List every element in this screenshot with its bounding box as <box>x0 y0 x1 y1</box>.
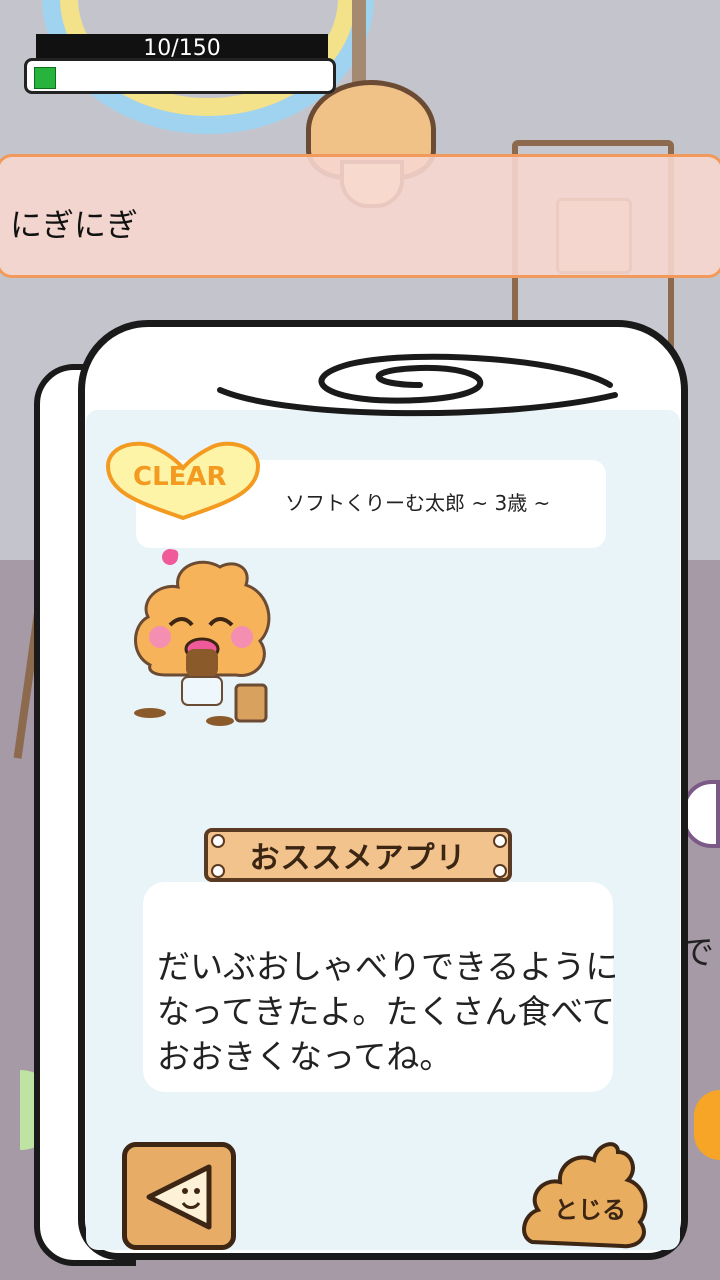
hp-bar <box>24 58 336 94</box>
lamp-cord <box>352 0 366 90</box>
back-button[interactable] <box>122 1142 236 1250</box>
character-name: ソフトくりーむ太郎 ~ 3歳 ~ <box>285 491 551 515</box>
nail-icon <box>211 834 225 848</box>
hp-bar-fill <box>34 67 56 89</box>
poop-character-icon <box>134 549 271 726</box>
message-line: おおきくなってね。 <box>157 1037 453 1076</box>
action-banner-text: にぎにぎ <box>10 206 139 244</box>
message-line: だいぶおしゃべりできるように <box>157 947 619 986</box>
clear-badge-label: CLEAR <box>133 462 227 492</box>
close-button-label[interactable]: とじる <box>554 1190 626 1225</box>
recommended-apps-label: おススメアプリ <box>249 841 467 876</box>
recommended-apps-button[interactable]: おススメアプリ <box>204 828 512 882</box>
triangle-face-icon <box>146 1164 212 1230</box>
message-line: なってきたよ。たくさん食べて <box>157 992 616 1031</box>
nail-icon <box>493 864 507 878</box>
nail-icon <box>211 864 225 878</box>
roll-swirl-icon <box>217 353 618 417</box>
nail-icon <box>493 834 507 848</box>
